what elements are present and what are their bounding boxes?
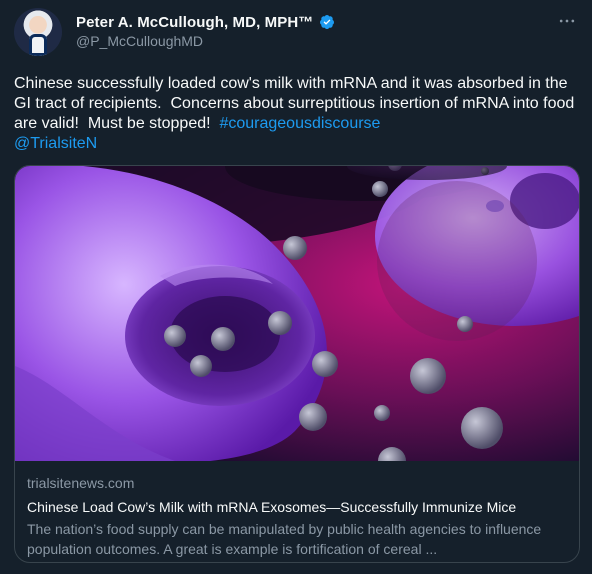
tweet-text: Chinese successfully loaded cow's milk w…: [14, 74, 578, 154]
more-options-icon[interactable]: [556, 10, 578, 32]
card-description: The nation’s food supply can be manipula…: [27, 521, 542, 557]
tweet: Peter A. McCullough, MD, MPH™ @P_McCullo…: [0, 0, 592, 574]
avatar[interactable]: [14, 8, 62, 56]
card-meta: trialsitenews.com Chinese Load Cow’s Mil…: [27, 473, 567, 559]
link-card[interactable]: trialsitenews.com Chinese Load Cow’s Mil…: [14, 165, 580, 563]
hashtag-link[interactable]: #courageousdiscourse: [219, 115, 380, 132]
author-name[interactable]: Peter A. McCullough, MD, MPH™: [76, 14, 313, 31]
card-image[interactable]: [15, 166, 579, 461]
card-title[interactable]: Chinese Load Cow’s Milk with mRNA Exosom…: [27, 497, 567, 517]
verified-badge-icon: [319, 14, 335, 30]
card-domain: trialsitenews.com: [27, 475, 135, 491]
mention-link[interactable]: @TrialsiteN: [14, 135, 97, 152]
author-handle[interactable]: @P_McCulloughMD: [76, 33, 203, 49]
author-name-row: Peter A. McCullough, MD, MPH™: [76, 12, 335, 32]
